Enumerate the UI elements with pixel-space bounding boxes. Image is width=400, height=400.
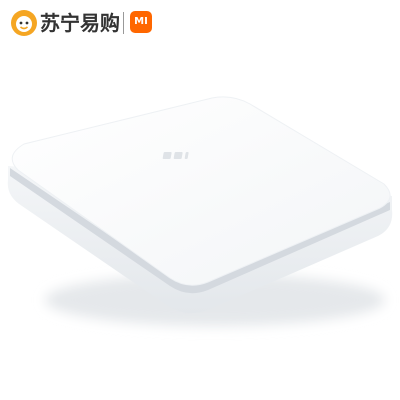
- box-top-face: [11, 96, 391, 286]
- mi-logo: MI: [130, 11, 152, 33]
- brand-name: 苏宁易购: [40, 11, 120, 35]
- header-divider: [123, 12, 124, 34]
- tv-box-product-image: [7, 96, 393, 326]
- store-header: 苏宁易购 MI: [0, 0, 400, 48]
- suning-lion-logo-icon: [11, 10, 37, 36]
